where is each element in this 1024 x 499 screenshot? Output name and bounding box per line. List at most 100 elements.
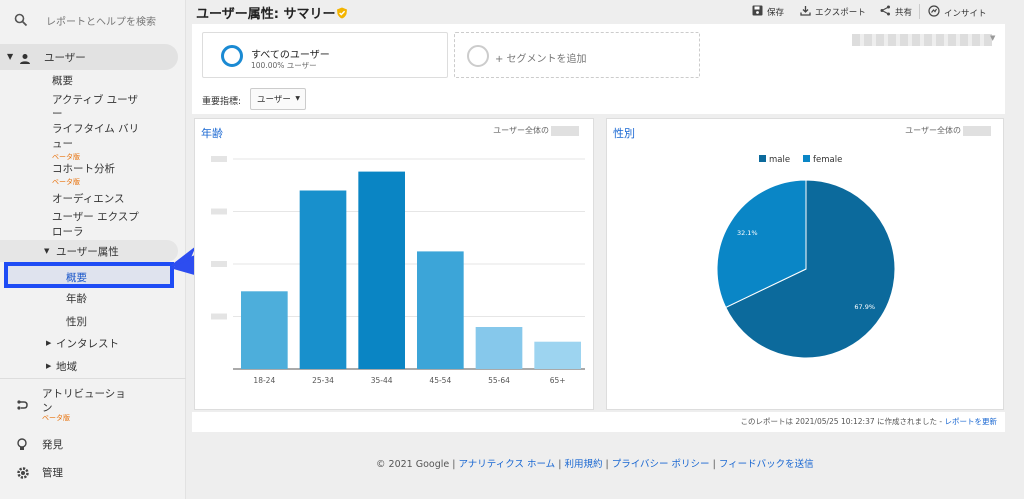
date-range-picker[interactable] <box>852 34 992 46</box>
insights-button[interactable]: インサイト <box>928 5 987 20</box>
report-created-text: このレポートは 2021/05/25 10:12:37 に作成されました - レ… <box>740 416 997 427</box>
sidebar-item-demographics-overview-label: 概要 <box>66 272 87 284</box>
sidebar-search[interactable]: レポートとヘルプを検索 <box>0 0 186 42</box>
sidebar-item-user-explorer-cont[interactable]: ローラ <box>52 225 84 240</box>
sidebar-item-discover-label: 発見 <box>42 439 63 451</box>
x-tick-label: 65+ <box>550 376 566 385</box>
share-label: 共有 <box>895 8 913 18</box>
insights-label: インサイト <box>944 8 987 19</box>
metric-label: 重要指標: <box>202 97 242 107</box>
footer-separator: | <box>605 459 609 470</box>
caret-right-icon: ▶ <box>46 339 52 347</box>
gender-pie-chart: male female 67.9% 32.1% <box>716 155 896 359</box>
legend-label: female <box>813 155 842 165</box>
pie-value-label: 32.1% <box>737 229 758 237</box>
created-timestamp: このレポートは 2021/05/25 10:12:37 に作成されました - <box>740 417 943 426</box>
sidebar-item-interests[interactable]: インタレスト <box>56 336 119 351</box>
caret-down-icon: ▼ <box>44 247 50 255</box>
sidebar-item-users[interactable]: ▼ ユーザー <box>0 44 178 70</box>
beta-badge: ベータ版 <box>52 178 80 186</box>
beta-badge: ベータ版 <box>42 414 70 422</box>
age-bar-chart: 18-24 25-34 35-44 45-54 55-64 65+ <box>211 156 585 385</box>
redacted-tick <box>211 208 227 215</box>
x-tick-label: 25-34 <box>312 376 334 385</box>
legend-swatch <box>803 155 810 162</box>
bar <box>534 341 581 369</box>
insights-icon <box>928 5 940 20</box>
add-segment-button[interactable]: + セグメントを追加 <box>454 32 700 78</box>
add-segment-label: + セグメントを追加 <box>495 54 587 65</box>
legend-label: male <box>769 155 790 165</box>
lightbulb-icon <box>16 437 28 456</box>
terms-link[interactable]: 利用規約 <box>564 459 602 470</box>
caret-right-icon: ▶ <box>46 362 52 370</box>
copyright-text: © 2021 Google | <box>376 459 456 470</box>
share-button[interactable]: 共有 <box>880 5 912 19</box>
attribution-icon <box>16 397 30 416</box>
segment-circle-icon <box>221 45 243 67</box>
segment-placeholder-circle-icon <box>467 45 489 67</box>
segment-all-users[interactable]: すべてのユーザー 100.00% ユーザー <box>202 32 448 78</box>
sidebar-item-demographics-overview[interactable]: 概要 <box>4 262 174 288</box>
sidebar-item-active-users-cont[interactable]: ー <box>52 107 63 122</box>
legend-swatch <box>759 155 766 162</box>
metric-select-value: ユーザー <box>257 95 291 105</box>
sidebar-item-users-label: ユーザー <box>44 52 86 64</box>
sidebar-item-demographics-label: ユーザー属性 <box>56 246 119 258</box>
page-title: ユーザー属性: サマリー <box>196 7 336 22</box>
sidebar-item-lifetime-value-cont[interactable]: ュー <box>52 137 73 152</box>
segment-all-users-sub: 100.00% ユーザー <box>251 61 317 70</box>
sidebar-item-gender[interactable]: 性別 <box>66 314 87 329</box>
feedback-link[interactable]: フィードバックを送信 <box>719 459 814 470</box>
redacted-tick <box>211 261 227 267</box>
caret-down-icon: ▼ <box>990 34 996 42</box>
caret-down-icon: ▼ <box>295 95 300 102</box>
sidebar-item-cohort[interactable]: コホート分析 <box>52 162 115 177</box>
sidebar: レポートとヘルプを検索 ▼ ユーザー 概要 アクティブ ユーザ ー ライフタイム… <box>0 0 186 499</box>
sidebar-item-user-explorer[interactable]: ユーザー エクスプ <box>52 210 139 225</box>
refresh-report-link[interactable]: レポートを更新 <box>945 417 998 426</box>
analytics-home-link[interactable]: アナリティクス ホーム <box>458 459 555 470</box>
sidebar-item-admin[interactable]: 管理 <box>0 461 186 485</box>
search-placeholder: レポートとヘルプを検索 <box>46 17 156 28</box>
download-icon <box>800 5 811 19</box>
report-header: ユーザー属性: サマリー 保存 エクスポート 共有 インサイト <box>186 0 1006 24</box>
segment-all-users-label: すべてのユーザー <box>251 50 330 61</box>
bar <box>241 291 288 369</box>
person-icon <box>19 50 31 69</box>
pie-value-label: 67.9% <box>854 303 875 311</box>
sidebar-item-demographics[interactable]: ▼ ユーザー属性 <box>0 240 178 262</box>
save-label: 保存 <box>767 8 785 18</box>
report-footer: このレポートは 2021/05/25 10:12:37 に作成されました - レ… <box>192 412 1005 432</box>
bar <box>417 251 464 369</box>
sidebar-divider <box>0 378 186 379</box>
privacy-link[interactable]: プライバシー ポリシー <box>612 459 710 470</box>
bar <box>358 171 405 369</box>
footer-separator: | <box>558 459 562 470</box>
sidebar-item-overview[interactable]: 概要 <box>52 74 73 89</box>
x-tick-label: 35-44 <box>371 376 393 385</box>
export-button[interactable]: エクスポート <box>800 5 866 19</box>
verified-badge-icon <box>336 4 348 23</box>
save-icon <box>752 5 763 19</box>
gear-icon <box>16 465 30 484</box>
x-tick-label: 18-24 <box>253 376 275 385</box>
sidebar-item-discover[interactable]: 発見 <box>0 433 186 457</box>
main-content: ユーザー属性: サマリー 保存 エクスポート 共有 インサイト すべてのユーザー… <box>186 0 1024 499</box>
sidebar-item-attribution[interactable]: アトリビューショ ン ベータ版 <box>0 384 186 422</box>
save-button[interactable]: 保存 <box>752 5 784 19</box>
footer-separator: | <box>712 459 716 470</box>
redacted-tick <box>211 156 227 162</box>
redacted-tick <box>211 313 227 320</box>
sidebar-item-age[interactable]: 年齢 <box>66 291 87 306</box>
sidebar-item-admin-label: 管理 <box>42 467 63 479</box>
sidebar-item-lifetime-value[interactable]: ライフタイム バリ <box>52 122 139 137</box>
metric-select[interactable]: ユーザー ▼ <box>250 88 306 110</box>
toolbar-divider <box>919 4 920 19</box>
gender-card: 性別 ユーザー全体の male female 67.9% 32.1% <box>606 118 1004 410</box>
sidebar-item-geo[interactable]: 地域 <box>56 359 77 374</box>
share-icon <box>880 5 891 19</box>
sidebar-item-active-users[interactable]: アクティブ ユーザ <box>52 93 138 108</box>
x-tick-label: 45-54 <box>429 376 451 385</box>
sidebar-item-audience[interactable]: オーディエンス <box>52 192 125 207</box>
